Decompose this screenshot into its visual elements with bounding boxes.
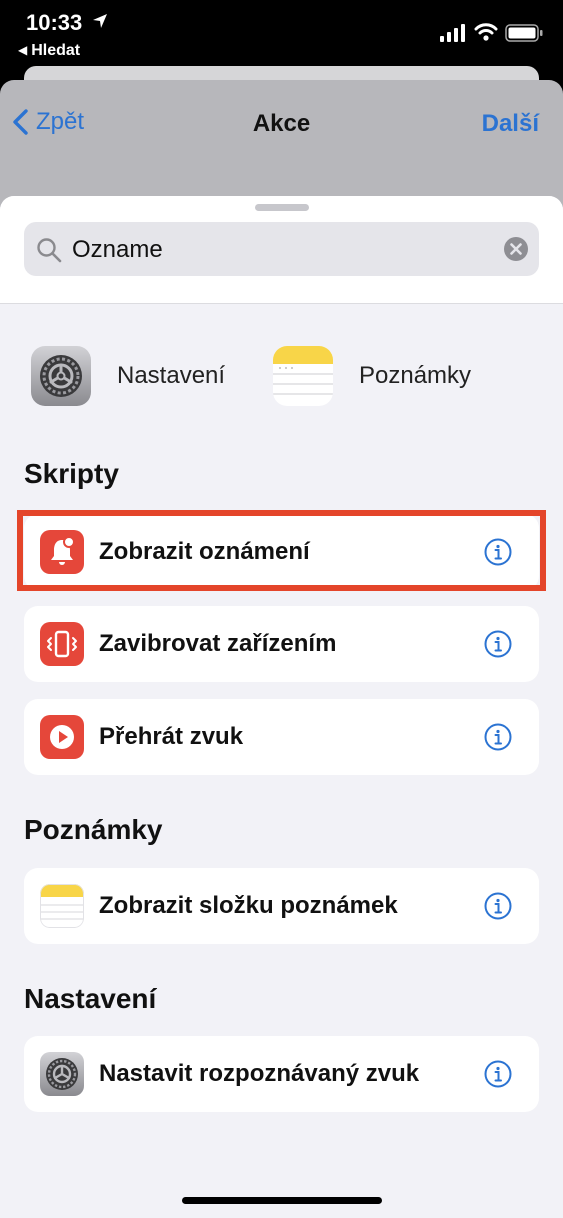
search-input[interactable]: Ozname bbox=[72, 236, 163, 264]
app-settings-label: Nastavení bbox=[117, 362, 226, 389]
action-row-set-sound-recognition[interactable]: Nastavit rozpoznávaný zvuk bbox=[24, 1036, 539, 1112]
sheet-header: Ozname bbox=[0, 196, 563, 304]
wifi-icon bbox=[474, 23, 498, 41]
apps-row: Nastavení Poznámky bbox=[0, 346, 563, 408]
action-row-show-notes-folder[interactable]: Zobrazit složku poznámek bbox=[24, 868, 539, 944]
nav-title: Akce bbox=[252, 110, 311, 137]
cellular-signal-icon bbox=[440, 24, 465, 42]
play-sound-icon bbox=[40, 715, 84, 759]
clear-search-icon[interactable] bbox=[503, 236, 529, 262]
home-indicator[interactable] bbox=[182, 1197, 382, 1204]
section-title-notes: Poznámky bbox=[24, 814, 163, 845]
info-icon[interactable] bbox=[484, 630, 512, 658]
section-title-scripts: Skripty bbox=[24, 458, 119, 489]
action-row-label: Zavibrovat zařízením bbox=[99, 630, 337, 657]
notes-icon bbox=[273, 346, 333, 406]
back-triangle-icon: ◀ bbox=[18, 43, 28, 57]
nav-next-button[interactable]: Další bbox=[482, 110, 539, 138]
location-arrow-icon bbox=[93, 14, 107, 28]
search-icon bbox=[37, 238, 62, 263]
app-notes[interactable]: Poznámky bbox=[273, 346, 471, 406]
action-row-label: Nastavit rozpoznávaný zvuk bbox=[99, 1060, 420, 1087]
vibrate-icon bbox=[40, 622, 84, 666]
info-icon[interactable] bbox=[484, 892, 512, 920]
highlight-frame bbox=[17, 510, 546, 591]
action-row-play-sound[interactable]: Přehrát zvuk bbox=[24, 699, 539, 775]
settings-icon bbox=[40, 1052, 84, 1096]
status-time: 10:33 bbox=[26, 10, 83, 35]
app-notes-label: Poznámky bbox=[359, 362, 472, 389]
action-row-vibrate[interactable]: Zavibrovat zařízením bbox=[24, 606, 539, 682]
settings-icon bbox=[31, 346, 91, 406]
battery-icon bbox=[505, 24, 543, 42]
info-icon[interactable] bbox=[484, 1060, 512, 1088]
back-app-label: Hledat bbox=[31, 42, 81, 59]
action-row-label: Přehrát zvuk bbox=[99, 723, 244, 750]
notes-icon bbox=[40, 884, 84, 928]
section-title-settings: Nastavení bbox=[24, 983, 157, 1014]
search-field[interactable]: Ozname bbox=[24, 222, 539, 276]
sheet-grabber[interactable] bbox=[255, 204, 309, 211]
app-settings[interactable]: Nastavení bbox=[31, 346, 225, 406]
actions-sheet: Ozname Nastavení Poznámky Skripty Zobraz… bbox=[0, 196, 563, 1218]
back-to-app-link[interactable]: ◀ Hledat bbox=[18, 42, 80, 60]
action-row-label: Zobrazit složku poznámek bbox=[99, 892, 398, 919]
info-icon[interactable] bbox=[484, 723, 512, 751]
status-bar: 10:33 ◀ Hledat bbox=[0, 0, 563, 70]
